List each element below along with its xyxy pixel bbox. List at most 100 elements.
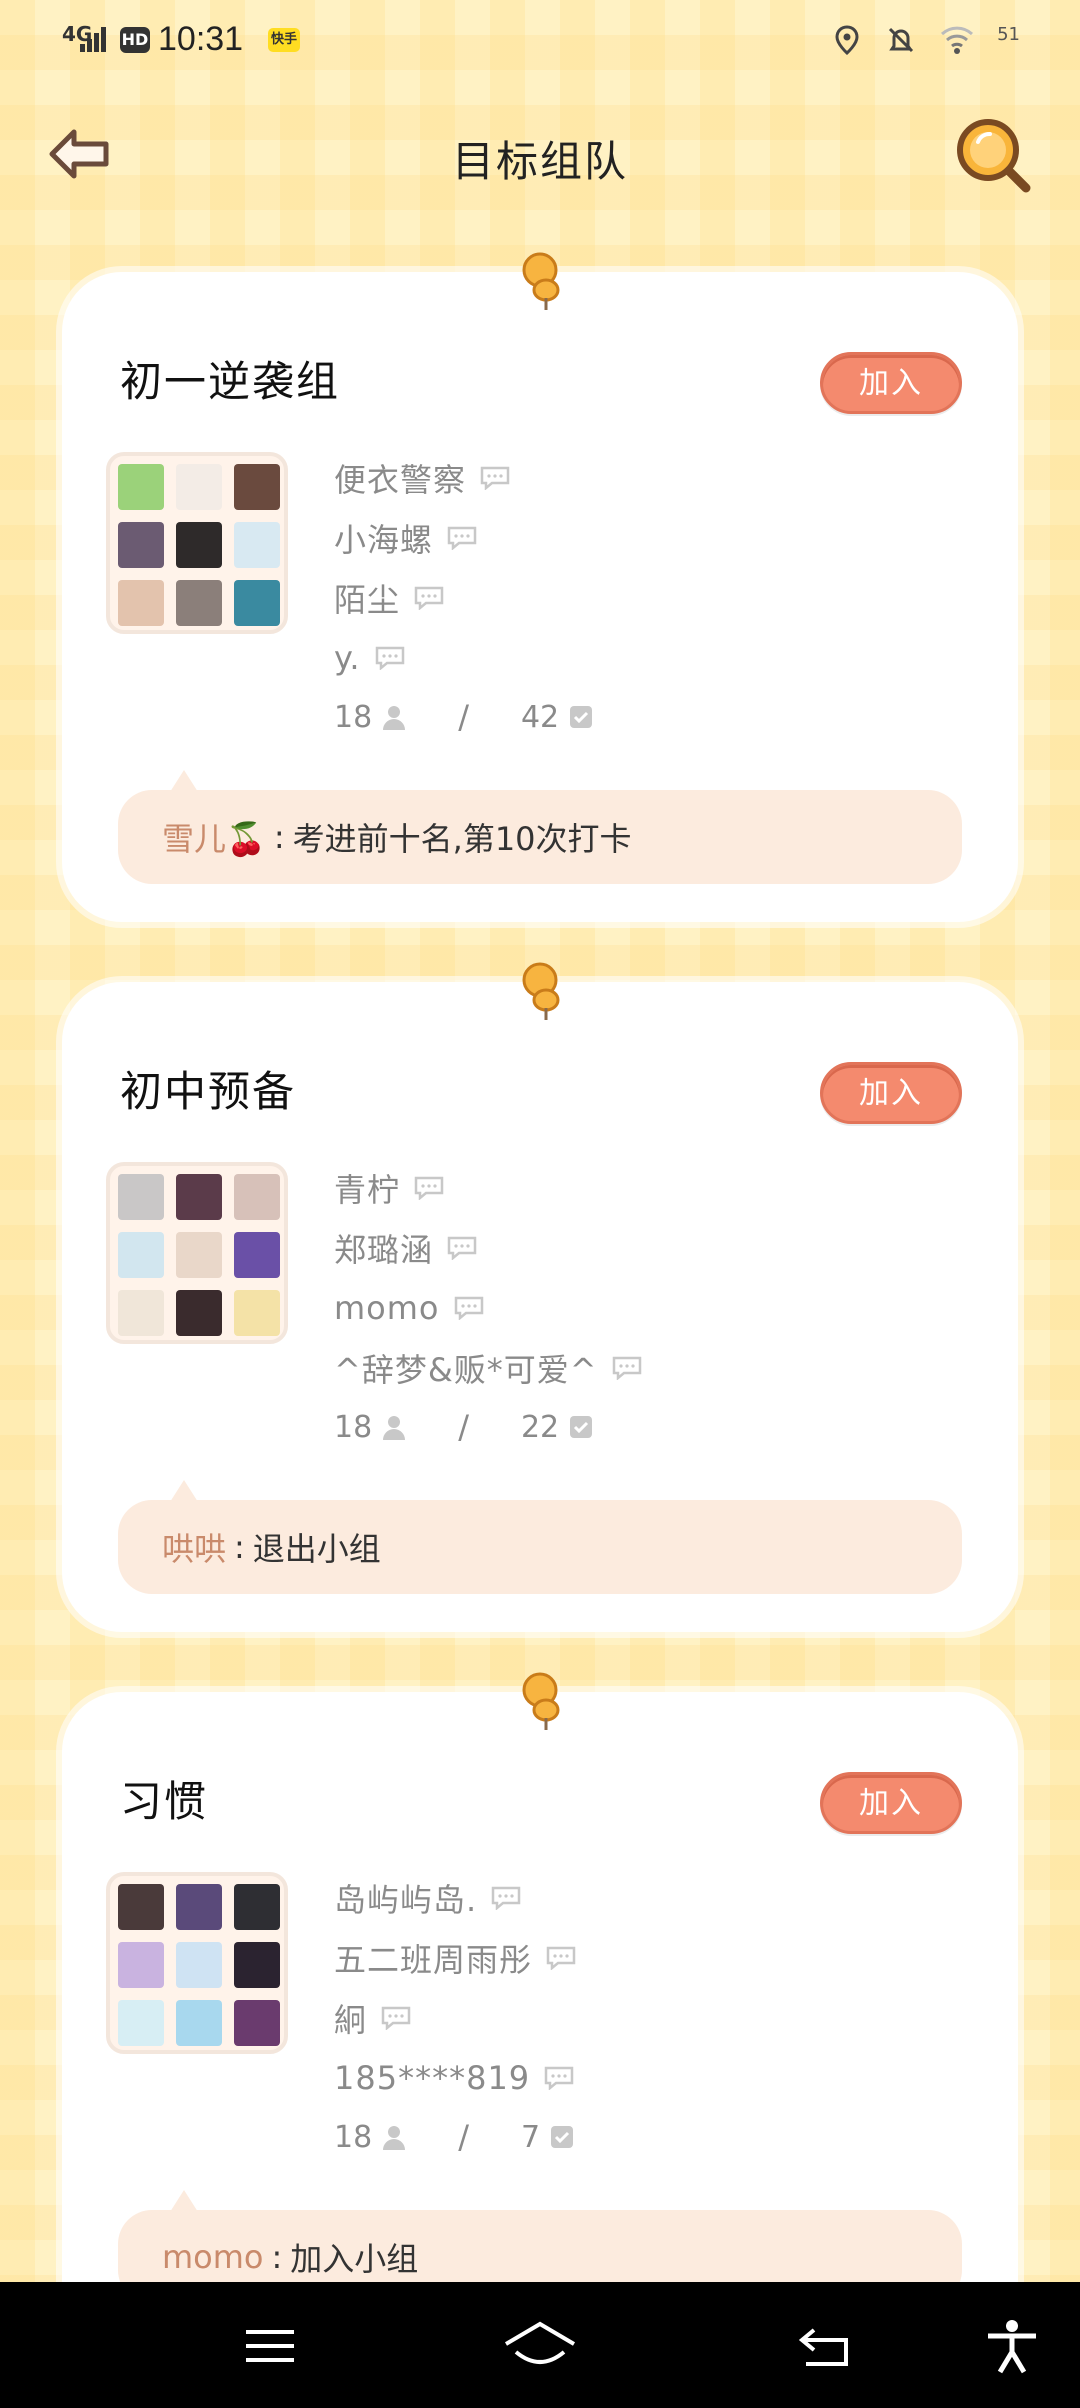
check-icon xyxy=(570,1416,593,1438)
member-name: y. xyxy=(334,639,361,677)
chat-bubble-icon xyxy=(375,646,404,670)
member-name: 青柠 xyxy=(334,1171,401,1209)
member-item[interactable]: ^辞梦&贩*可爱^ xyxy=(334,1338,642,1398)
system-navigation-bar xyxy=(0,2282,1080,2408)
member-avatar xyxy=(176,580,222,626)
latest-activity: 雪儿🍒 : 考进前十名,第10次打卡 xyxy=(118,770,962,884)
chat-bubble-icon xyxy=(454,1296,483,1320)
member-avatar xyxy=(118,522,164,568)
member-list: 青柠 郑璐涵 momo ^辞梦&贩*可爱^ xyxy=(334,1158,642,1398)
member-item[interactable]: 小海螺 xyxy=(334,508,510,568)
member-item[interactable]: momo xyxy=(334,1278,642,1338)
task-count: 22 xyxy=(520,1409,560,1445)
member-avatar xyxy=(234,1884,280,1930)
member-name: 便衣警察 xyxy=(334,461,467,499)
member-avatar xyxy=(176,1232,222,1278)
member-avatar xyxy=(176,2000,222,2046)
member-avatar xyxy=(234,1290,280,1336)
member-name: momo xyxy=(334,1289,440,1327)
member-item[interactable]: y. xyxy=(334,628,510,688)
member-avatar xyxy=(176,1174,222,1220)
activity-user: momo xyxy=(162,2238,264,2276)
chat-bubble-icon xyxy=(480,466,510,490)
activity-text: 加入小组 xyxy=(290,2240,419,2278)
member-name: 郑璐涵 xyxy=(334,1231,434,1269)
stats-separator: / xyxy=(458,698,469,736)
status-time: 10:31 xyxy=(158,20,244,58)
search-icon[interactable] xyxy=(952,114,1034,196)
member-avatar xyxy=(234,1232,280,1278)
mute-notification-icon xyxy=(889,27,914,53)
group-title: 初一逆袭组 xyxy=(120,357,341,406)
activity-text: 退出小组 xyxy=(252,1530,381,1568)
group-stats: 18 / 7 xyxy=(334,2118,574,2156)
wifi-icon xyxy=(941,26,974,54)
chat-bubble-icon xyxy=(381,2006,411,2030)
member-item[interactable]: 青柠 xyxy=(334,1158,642,1218)
member-item[interactable]: 便衣警察 xyxy=(334,448,510,508)
group-avatar-grid[interactable] xyxy=(106,452,288,634)
pushpin-icon xyxy=(522,1672,560,1730)
group-title: 初中预备 xyxy=(120,1067,297,1116)
member-avatar xyxy=(176,522,222,568)
task-count: 7 xyxy=(520,2119,541,2155)
member-avatar xyxy=(234,2000,280,2046)
member-item[interactable]: 陌尘 xyxy=(334,568,510,628)
person-icon xyxy=(383,2126,406,2150)
member-list: 便衣警察 小海螺 陌尘 y. xyxy=(334,448,510,688)
person-icon xyxy=(383,1416,406,1440)
accessibility-icon[interactable] xyxy=(982,2318,1042,2374)
member-item[interactable]: 郑璐涵 xyxy=(334,1218,642,1278)
group-avatar-grid[interactable] xyxy=(106,1162,288,1344)
chat-bubble-icon xyxy=(491,1886,521,1910)
member-avatar xyxy=(234,1942,280,1988)
person-icon xyxy=(383,706,406,730)
member-avatar xyxy=(234,522,280,568)
member-name: 小海螺 xyxy=(334,521,434,559)
member-avatar xyxy=(118,1174,164,1220)
group-card: 初一逆袭组 加入 便衣警察 小海螺 陌尘 y. 18 / 42 雪儿🍒 : 考进… xyxy=(62,252,1018,922)
chat-bubble-icon xyxy=(414,586,444,610)
activity-colon: : xyxy=(273,818,285,856)
member-name: 五二班周雨彤 xyxy=(334,1941,533,1979)
chat-bubble-icon xyxy=(414,1176,444,1200)
member-count: 18 xyxy=(334,2119,373,2155)
home-icon[interactable] xyxy=(502,2318,578,2374)
member-list: 岛屿屿岛. 五二班周雨彤 絅 185****819 xyxy=(334,1868,576,2108)
member-avatar xyxy=(118,1232,164,1278)
member-item[interactable]: 岛屿屿岛. xyxy=(334,1868,576,1928)
join-button[interactable]: 加入 xyxy=(820,1062,962,1124)
member-avatar xyxy=(118,1884,164,1930)
chat-bubble-icon xyxy=(546,1946,576,1970)
menu-icon[interactable] xyxy=(240,2318,300,2374)
battery-level: 51 xyxy=(997,24,1020,45)
member-name: 岛屿屿岛. xyxy=(334,1881,478,1919)
member-avatar xyxy=(118,580,164,626)
member-name: 陌尘 xyxy=(334,581,401,619)
member-item[interactable]: 絅 xyxy=(334,1988,576,2048)
back-icon[interactable] xyxy=(796,2318,856,2374)
member-avatar xyxy=(234,1174,280,1220)
status-bar: 4G HD 10:31 快手 51 xyxy=(0,0,1080,80)
member-count: 18 xyxy=(334,1409,373,1445)
group-title: 习惯 xyxy=(120,1777,209,1826)
signal-icon xyxy=(80,27,106,52)
member-item[interactable]: 五二班周雨彤 xyxy=(334,1928,576,1988)
member-item[interactable]: 185****819 xyxy=(334,2048,576,2108)
group-avatar-grid[interactable] xyxy=(106,1872,288,2054)
activity-user: 雪儿🍒 xyxy=(162,820,266,858)
group-card: 初中预备 加入 青柠 郑璐涵 momo ^辞梦&贩*可爱^ 18 / 22 哄哄… xyxy=(62,962,1018,1632)
member-avatar xyxy=(118,464,164,510)
location-icon xyxy=(835,25,859,56)
activity-user: 哄哄 xyxy=(162,1530,227,1568)
check-icon xyxy=(551,2126,574,2148)
chat-bubble-icon xyxy=(447,1236,477,1260)
top-bar: 目标组队 xyxy=(0,110,1080,200)
join-button[interactable]: 加入 xyxy=(820,1772,962,1834)
group-stats: 18 / 42 xyxy=(334,698,593,736)
chat-bubble-icon xyxy=(544,2066,574,2090)
page-title: 目标组队 xyxy=(451,137,628,186)
member-avatar xyxy=(176,1884,222,1930)
member-avatar xyxy=(118,1290,164,1336)
join-button[interactable]: 加入 xyxy=(820,352,962,414)
